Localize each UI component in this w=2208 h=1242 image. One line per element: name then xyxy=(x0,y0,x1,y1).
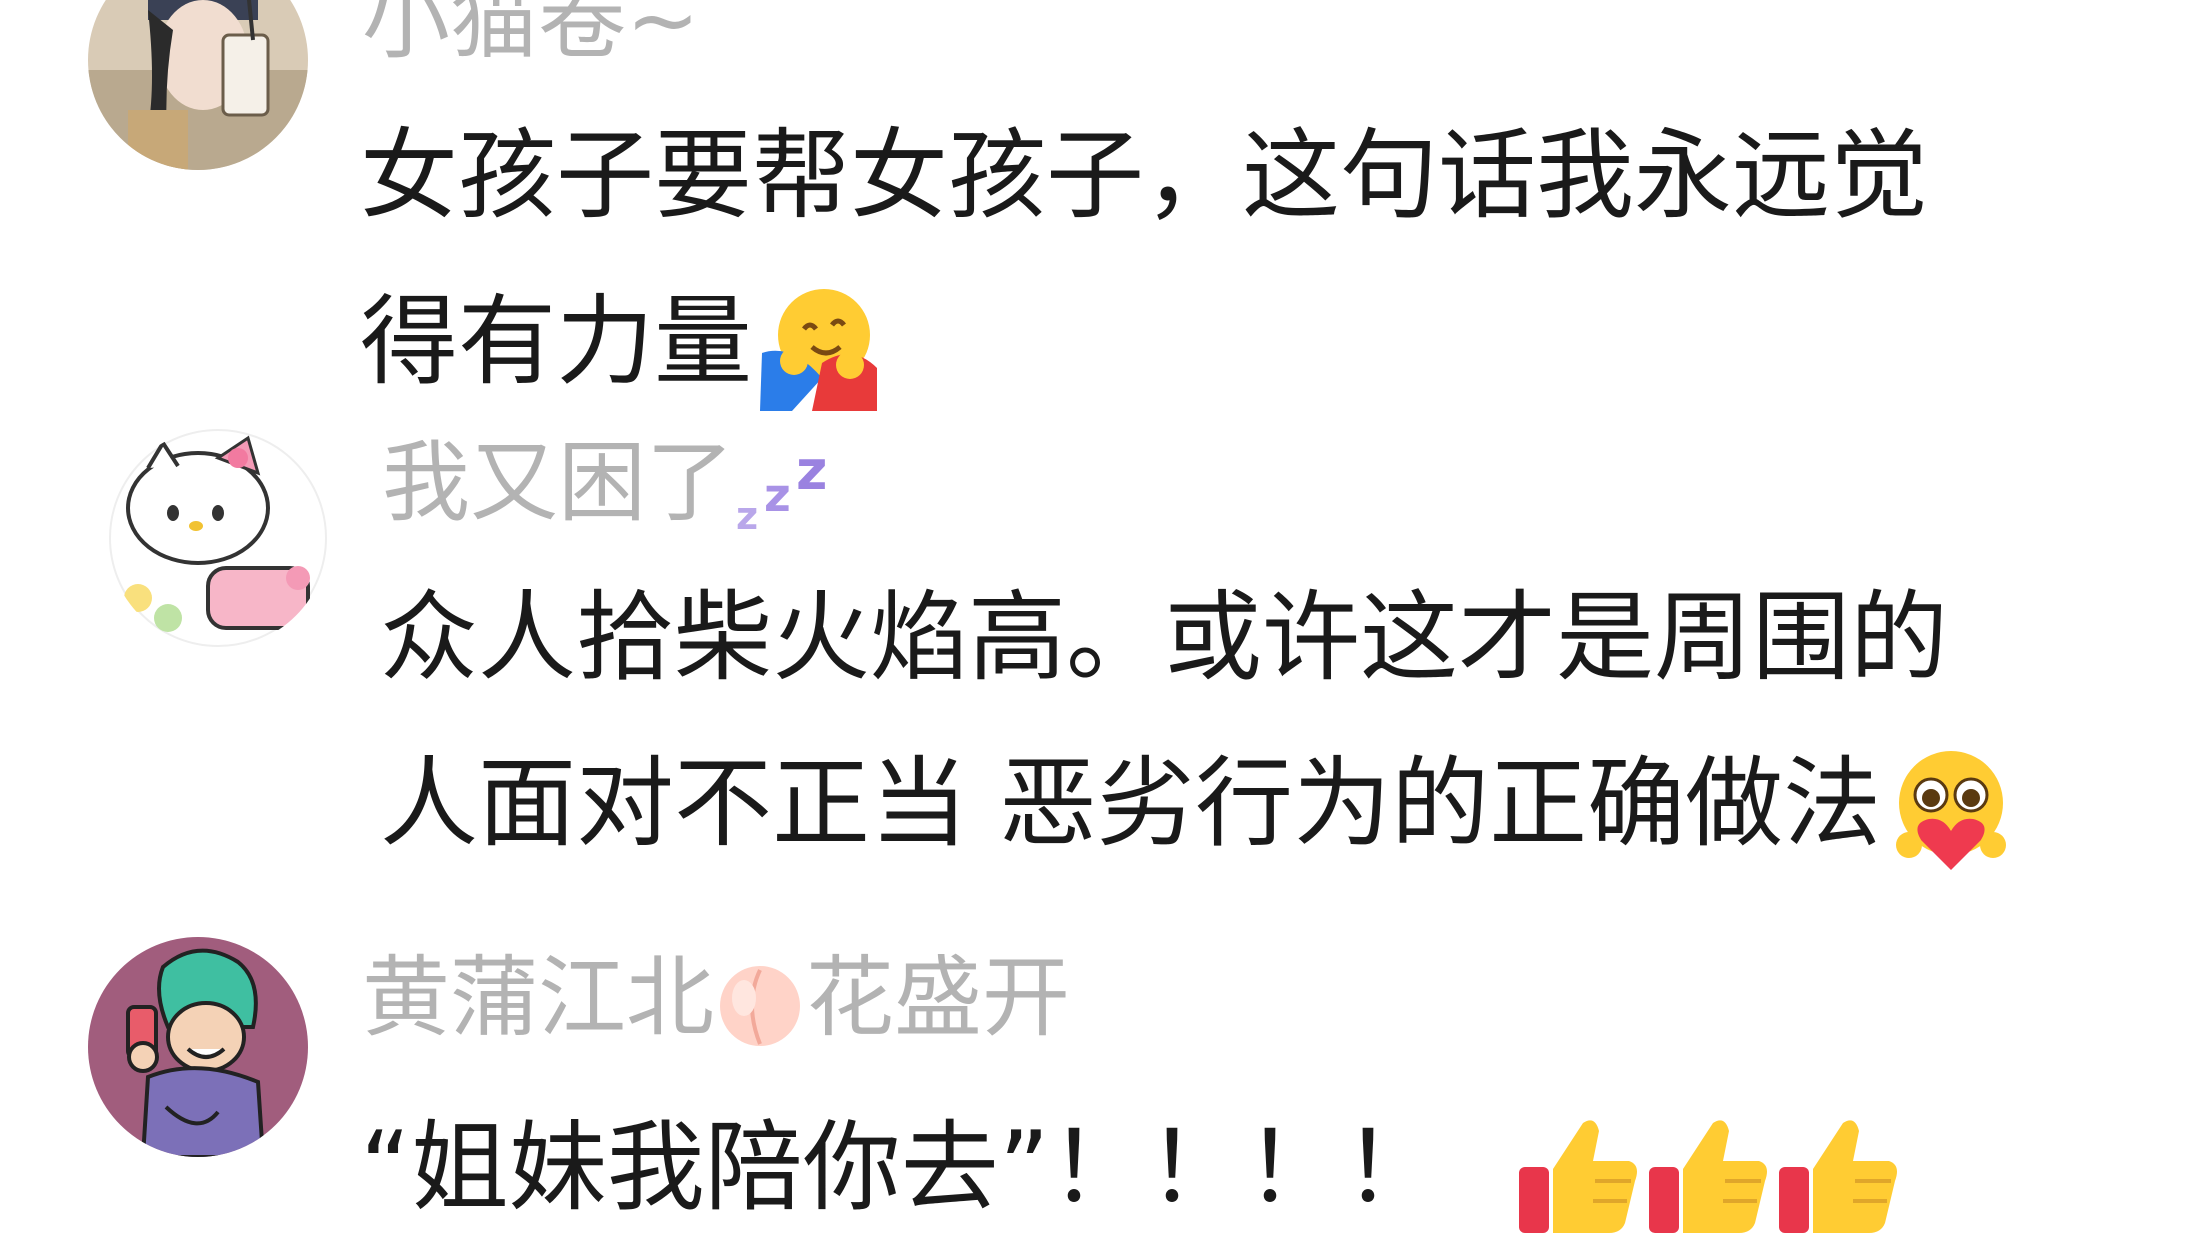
comment-text-line: “姐妹我陪你去”！！！！ xyxy=(360,1085,1903,1242)
avatar[interactable] xyxy=(108,428,328,648)
username-text[interactable]: 我又困了 xyxy=(382,431,734,534)
comment-text-line: 众人拾柴火焰高。或许这才是周围的 xyxy=(380,581,1949,695)
avatar[interactable] xyxy=(88,0,308,170)
comment-text-line: 人面对不正当 恶劣行为的正确做法 xyxy=(380,721,2021,887)
thumbs-up-emoji xyxy=(1643,1109,1773,1239)
comment-text-segment: 人面对不正当 恶劣行为的正确做法 xyxy=(380,747,1882,861)
username[interactable]: 小猫卷~ xyxy=(362,0,700,70)
username-text[interactable]: 花盛开 xyxy=(806,946,1070,1049)
svg-text:z: z xyxy=(764,468,791,522)
pleading-heart-face-emoji xyxy=(1881,745,2021,875)
zzz-sleep-emoji: z z z xyxy=(734,439,844,539)
peach-emoji xyxy=(714,958,806,1050)
thumbs-up-emoji xyxy=(1773,1109,1903,1239)
username-text[interactable]: 黄蒲江北 xyxy=(362,946,714,1049)
comment-text-segment: 得有力量 xyxy=(360,285,753,399)
username[interactable]: 黄蒲江北 花盛开 xyxy=(362,948,1070,1050)
svg-text:z: z xyxy=(796,439,827,502)
username[interactable]: 我又困了 z z z xyxy=(382,433,844,539)
svg-text:z: z xyxy=(736,494,758,538)
comment-text-segment: “姐妹我陪你去”！！！！ xyxy=(360,1111,1442,1225)
comment-text-line: 得有力量 xyxy=(360,259,882,425)
comment-text-line: 女孩子要帮女孩子，这句话我永远觉 xyxy=(360,119,1929,233)
comment-list: 小猫卷~ 女孩子要帮女孩子，这句话我永远觉 得有力量 我又困了 z z z 众人… xyxy=(0,0,2208,1242)
avatar[interactable] xyxy=(88,937,308,1157)
thumbs-up-emoji xyxy=(1513,1109,1643,1239)
hugging-face-emoji xyxy=(752,283,882,413)
